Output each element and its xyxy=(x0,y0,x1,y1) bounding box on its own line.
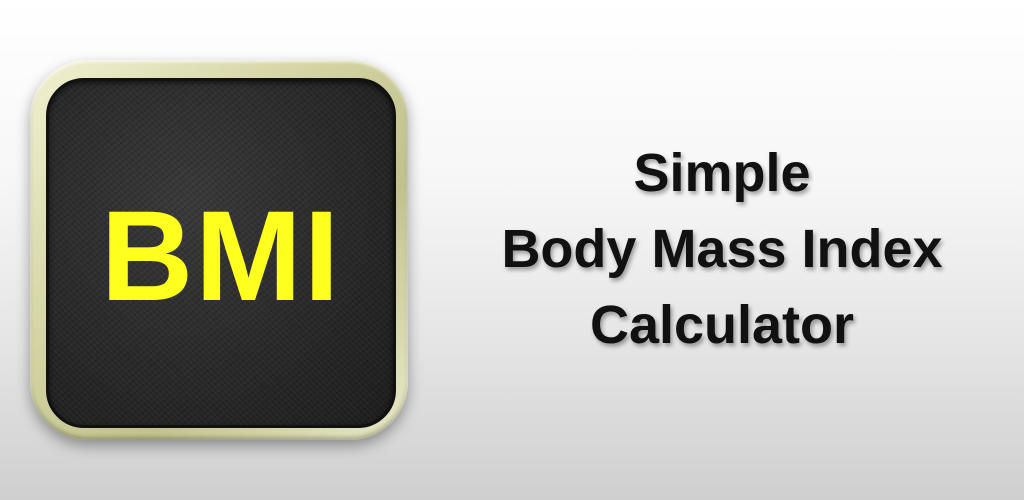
title-line-2: Body Mass Index xyxy=(501,219,943,279)
app-icon-face: BMI xyxy=(46,78,396,428)
title-line-1: Simple xyxy=(633,143,811,203)
app-icon: BMI xyxy=(30,60,408,440)
app-title: Simple Body Mass Index Calculator xyxy=(420,135,1024,363)
title-line-3: Calculator xyxy=(589,295,855,355)
app-icon-label: BMI xyxy=(100,185,342,328)
